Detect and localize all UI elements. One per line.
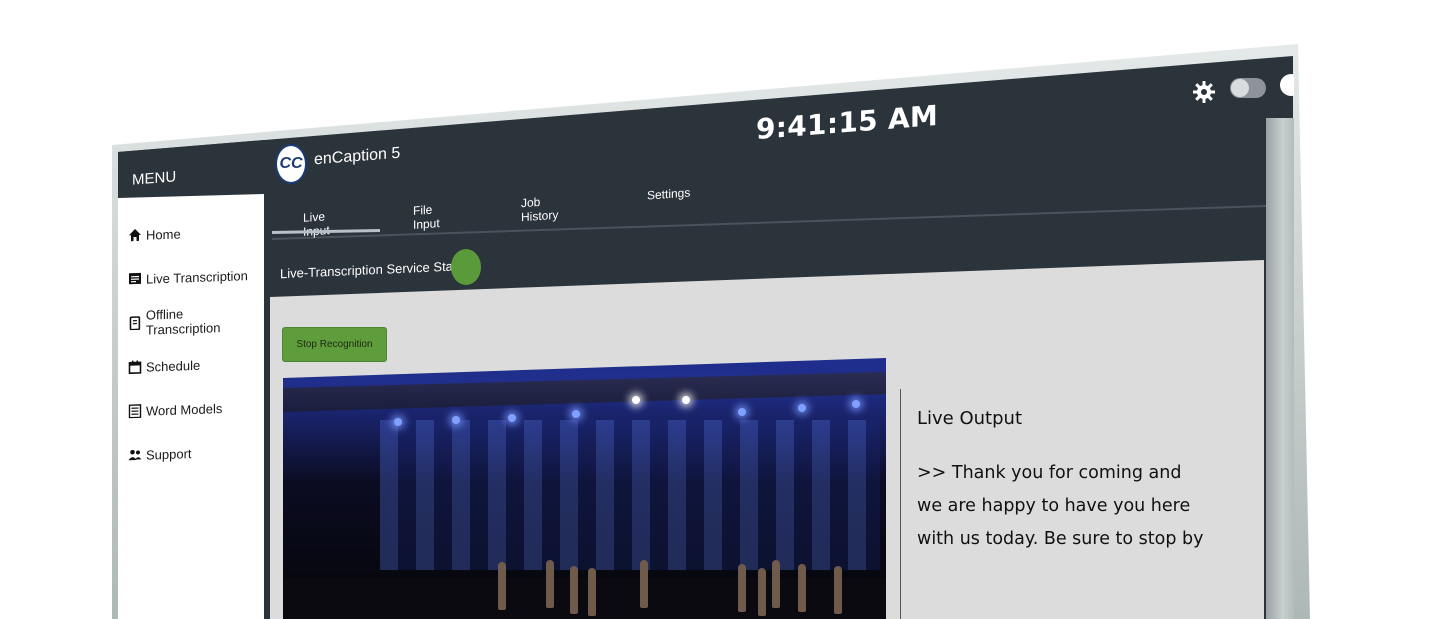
tab-job-history[interactable]: Job History — [521, 194, 558, 224]
stage-light — [682, 396, 690, 404]
performer — [588, 568, 596, 616]
stage-light — [508, 414, 516, 422]
output-divider — [900, 389, 901, 619]
sidebar-item-home[interactable]: Home — [128, 220, 260, 247]
performer — [798, 564, 806, 612]
sidebar-nav: Home Live Transcription Offline Transcri… — [128, 220, 260, 489]
toggle-knob — [1231, 79, 1249, 97]
home-icon — [129, 229, 141, 242]
service-status-indicator — [451, 249, 481, 285]
performer — [772, 560, 780, 608]
moon-icon — [1278, 74, 1294, 96]
gear-icon[interactable] — [1192, 80, 1216, 104]
stage-light — [394, 418, 402, 426]
sidebar-item-live-transcription[interactable]: Live Transcription — [128, 264, 260, 291]
live-output-title: Live Output — [917, 408, 1023, 429]
stage-backdrop — [380, 420, 880, 570]
stage-light — [852, 400, 860, 408]
performer — [570, 566, 578, 614]
performer — [738, 564, 746, 612]
people-icon — [128, 449, 142, 461]
sidebar-item-label: Home — [146, 225, 181, 243]
tab-file-input[interactable]: File Input — [413, 202, 440, 232]
sidebar-item-word-models[interactable]: Word Models — [128, 396, 260, 423]
stage-floor — [283, 578, 886, 619]
stop-recognition-button[interactable]: Stop Recognition — [282, 327, 387, 362]
stage-light — [632, 396, 640, 404]
stage-light — [452, 416, 460, 424]
menu-title: MENU — [132, 168, 177, 189]
file-icon — [129, 316, 141, 331]
performer — [498, 562, 506, 610]
sidebar-item-support[interactable]: Support — [128, 440, 260, 467]
sidebar-item-label: Offline Transcription — [145, 306, 221, 338]
sidebar-item-schedule[interactable]: Schedule — [128, 352, 260, 379]
caption-line: >> Thank you for coming and — [917, 463, 1182, 483]
calendar-icon — [128, 360, 142, 375]
sidebar-item-label: Word Models — [146, 400, 223, 419]
sidebar-item-offline-transcription[interactable]: Offline Transcription — [128, 306, 260, 338]
transcript-icon — [129, 272, 141, 285]
sidebar-item-label: Schedule — [146, 357, 201, 375]
app-logo: CC — [275, 144, 307, 184]
performer — [758, 568, 766, 616]
sidebar-item-label: Live Transcription — [146, 267, 248, 287]
live-output-text: >> Thank you for coming and we are happy… — [917, 462, 1204, 561]
list-icon — [128, 404, 142, 419]
lighting-truss — [283, 372, 886, 412]
performer — [640, 560, 648, 608]
performer — [546, 560, 554, 608]
device-mockup: 9:41:15 AM MENU Home Live Transcription — [0, 0, 1432, 619]
caption-line: with us today. Be sure to stop by — [917, 529, 1204, 549]
sidebar-item-label: Support — [146, 445, 192, 463]
caption-line: we are happy to have you here — [917, 496, 1191, 516]
theme-toggle[interactable] — [1230, 78, 1266, 98]
stage-light — [798, 404, 806, 412]
stage-light — [572, 410, 580, 418]
monitor-bezel — [1266, 118, 1294, 619]
stage-light — [738, 408, 746, 416]
performer — [834, 566, 842, 614]
tab-live-input[interactable]: Live Input — [303, 209, 330, 239]
